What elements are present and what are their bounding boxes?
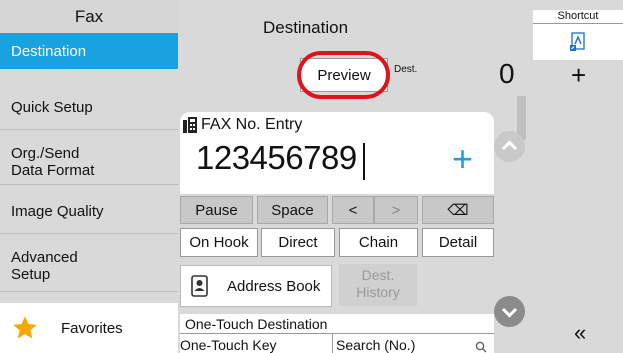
search-icon[interactable]: [475, 341, 487, 353]
fax-entry-label: FAX No. Entry: [183, 116, 302, 134]
one-touch-key-column[interactable]: One-Touch Key: [180, 337, 277, 353]
page-title: Destination: [262, 18, 349, 37]
star-icon: [13, 316, 37, 339]
add-destination-icon[interactable]: +: [452, 138, 473, 180]
shortcut-button[interactable]: [533, 24, 623, 60]
sidebar-item-label: Image Quality: [11, 203, 104, 220]
address-book-label: Address Book: [227, 277, 321, 295]
search-no-column[interactable]: Search (No.): [336, 337, 415, 353]
favorites-label: Favorites: [61, 319, 123, 337]
sidebar-item-label: Advanced Setup: [11, 248, 78, 283]
sidebar-item-advanced-setup[interactable]: Advanced Setup: [0, 240, 178, 292]
fax-number-input[interactable]: 123456789: [196, 139, 357, 177]
text-cursor: [363, 143, 365, 180]
sidebar-item-destination[interactable]: Destination: [0, 33, 178, 69]
pause-key[interactable]: Pause: [180, 196, 253, 224]
chain-button[interactable]: Chain: [339, 228, 418, 257]
cursor-left-key[interactable]: <: [332, 196, 374, 224]
collapse-icon[interactable]: «: [574, 320, 586, 346]
shortcut-title: Shortcut: [533, 10, 623, 24]
on-hook-button[interactable]: On Hook: [180, 228, 258, 257]
sidebar-item-label: Org./Send Data Format: [11, 144, 95, 179]
sidebar-title: Fax: [0, 0, 178, 33]
one-touch-title: One-Touch Destination: [185, 316, 328, 332]
sidebar-item-label: Destination: [11, 42, 87, 60]
address-book-button[interactable]: Address Book: [180, 265, 332, 307]
favorites-button[interactable]: Favorites: [0, 303, 178, 353]
add-shortcut-icon[interactable]: +: [571, 60, 586, 91]
address-book-icon: [191, 275, 208, 297]
direct-button[interactable]: Direct: [261, 228, 335, 257]
dest-label: Dest.: [394, 64, 418, 75]
divider: [332, 333, 333, 353]
fax-icon: [183, 117, 197, 133]
cursor-right-key[interactable]: >: [374, 196, 418, 224]
highlight-ring: [297, 51, 390, 99]
dest-count: 0: [499, 58, 515, 89]
dest-history-label: Dest. History: [356, 267, 400, 300]
scroll-up-button[interactable]: [494, 131, 525, 162]
chevron-down-icon: [501, 307, 518, 318]
sidebar-item-org-send-data-format[interactable]: Org./Send Data Format: [0, 139, 178, 185]
chevron-up-icon: [501, 140, 518, 151]
fax-entry-label-text: FAX No. Entry: [201, 116, 303, 133]
document-shortcut-icon: [570, 32, 585, 51]
space-key[interactable]: Space: [257, 196, 328, 224]
detail-button[interactable]: Detail: [422, 228, 494, 257]
sidebar-item-image-quality[interactable]: Image Quality: [0, 190, 178, 234]
dest-history-button[interactable]: Dest. History: [339, 264, 417, 306]
scroll-down-button[interactable]: [494, 296, 525, 327]
sidebar-item-label: Quick Setup: [11, 99, 93, 116]
backspace-key[interactable]: ⌫: [422, 196, 494, 224]
sidebar-item-quick-setup[interactable]: Quick Setup: [0, 86, 178, 130]
